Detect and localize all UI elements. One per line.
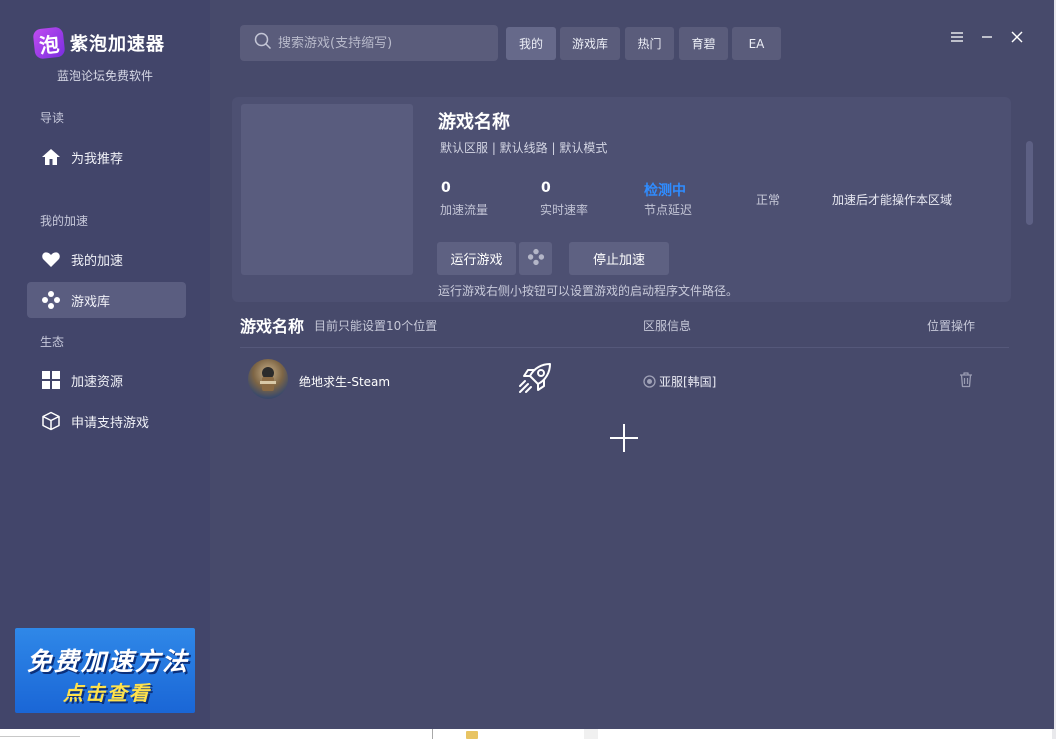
add-game-icon[interactable] bbox=[608, 422, 640, 458]
sidebar-item-label: 游戏库 bbox=[71, 294, 111, 310]
app-logo: 泡 紫泡加速器 bbox=[32, 26, 165, 60]
server-info: 亚服[韩国] bbox=[643, 373, 716, 390]
rocket-icon[interactable] bbox=[516, 358, 556, 402]
sidebar-item-label: 我的加速 bbox=[71, 253, 124, 269]
game-avatar bbox=[248, 359, 288, 399]
search-input[interactable] bbox=[278, 35, 488, 51]
tab-ea[interactable]: EA bbox=[732, 27, 781, 60]
stop-accel-button[interactable]: 停止加速 bbox=[569, 242, 669, 275]
stat-traffic-value: 0 bbox=[441, 180, 451, 196]
desktop-divider bbox=[432, 729, 433, 739]
search-box bbox=[240, 25, 498, 61]
desktop-fragment bbox=[584, 729, 598, 739]
section-label-ecosystem: 生态 bbox=[40, 335, 65, 349]
folder-icon bbox=[466, 731, 478, 739]
section-label-my-accel: 我的加速 bbox=[40, 214, 89, 228]
logo-icon: 泡 bbox=[32, 26, 66, 60]
grid-icon bbox=[41, 370, 61, 390]
server-label: 亚服[韩国] bbox=[659, 375, 717, 389]
list-note: 目前只能设置10个位置 bbox=[314, 319, 438, 333]
promo-banner[interactable]: 免费加速方法 点击查看 bbox=[15, 628, 195, 713]
close-icon[interactable] bbox=[1007, 27, 1027, 47]
game-settings-button[interactable] bbox=[519, 242, 552, 275]
stat-latency-value: 检测中 bbox=[644, 183, 686, 199]
sidebar-item-label: 为我推荐 bbox=[71, 151, 124, 167]
list-title: 游戏名称 bbox=[240, 317, 305, 336]
search-icon bbox=[254, 32, 272, 54]
sidebar-item-accel-resources[interactable]: 加速资源 bbox=[27, 362, 186, 398]
promo-title: 免费加速方法 bbox=[27, 647, 190, 676]
server-icon bbox=[643, 375, 656, 388]
sidebar: 泡 紫泡加速器 蓝泡论坛免费软件 导读 为我推荐 我的加速 我的加速 游戏库 生… bbox=[0, 0, 210, 729]
gamepad-icon bbox=[41, 290, 61, 310]
desktop-background bbox=[0, 729, 1056, 739]
sidebar-item-label: 申请支持游戏 bbox=[71, 415, 150, 431]
run-game-button[interactable]: 运行游戏 bbox=[437, 242, 516, 275]
app-subtitle: 蓝泡论坛免费软件 bbox=[57, 69, 154, 83]
app-name: 紫泡加速器 bbox=[70, 34, 165, 55]
stat-traffic-label: 加速流量 bbox=[440, 203, 489, 217]
list-divider bbox=[240, 347, 1009, 348]
sidebar-item-recommend[interactable]: 为我推荐 bbox=[27, 139, 186, 175]
sidebar-item-label: 加速资源 bbox=[71, 374, 124, 390]
promo-cta: 点击查看 bbox=[63, 681, 151, 705]
status-text: 正常 bbox=[756, 193, 781, 207]
stat-speed-label: 实时速率 bbox=[540, 203, 589, 217]
desktop-divider bbox=[0, 736, 80, 737]
column-header-action: 位置操作 bbox=[927, 319, 976, 333]
tab-mine[interactable]: 我的 bbox=[506, 27, 556, 60]
sidebar-item-game-library[interactable]: 游戏库 bbox=[27, 282, 186, 318]
app-window: 泡 紫泡加速器 蓝泡论坛免费软件 导读 为我推荐 我的加速 我的加速 游戏库 生… bbox=[0, 0, 1054, 729]
run-game-note: 运行游戏右侧小按钮可以设置游戏的启动程序文件路径。 bbox=[438, 284, 739, 298]
game-config: 默认区服 | 默认线路 | 默认模式 bbox=[440, 141, 608, 155]
gamepad-icon bbox=[527, 248, 545, 270]
heart-icon bbox=[41, 249, 61, 269]
section-label-guide: 导读 bbox=[40, 111, 65, 125]
stat-latency-label: 节点延迟 bbox=[644, 203, 693, 217]
tab-ubisoft[interactable]: 育碧 bbox=[679, 27, 728, 60]
game-cover bbox=[241, 104, 413, 275]
minimize-icon[interactable] bbox=[977, 27, 997, 47]
status-hint: 加速后才能操作本区域 bbox=[832, 193, 953, 207]
game-name: 绝地求生-Steam bbox=[299, 375, 391, 389]
menu-icon[interactable] bbox=[947, 27, 967, 47]
scrollbar[interactable] bbox=[1026, 141, 1033, 225]
game-title: 游戏名称 bbox=[438, 112, 510, 133]
stat-speed-value: 0 bbox=[541, 180, 551, 196]
home-icon bbox=[41, 147, 61, 167]
tab-hot[interactable]: 热门 bbox=[625, 27, 674, 60]
column-header-server: 区服信息 bbox=[643, 319, 692, 333]
trash-icon[interactable] bbox=[958, 371, 974, 392]
sidebar-item-my-accel[interactable]: 我的加速 bbox=[27, 241, 186, 277]
sidebar-item-request-game[interactable]: 申请支持游戏 bbox=[27, 403, 186, 439]
cube-icon bbox=[41, 411, 61, 431]
tab-game-library[interactable]: 游戏库 bbox=[560, 27, 620, 60]
